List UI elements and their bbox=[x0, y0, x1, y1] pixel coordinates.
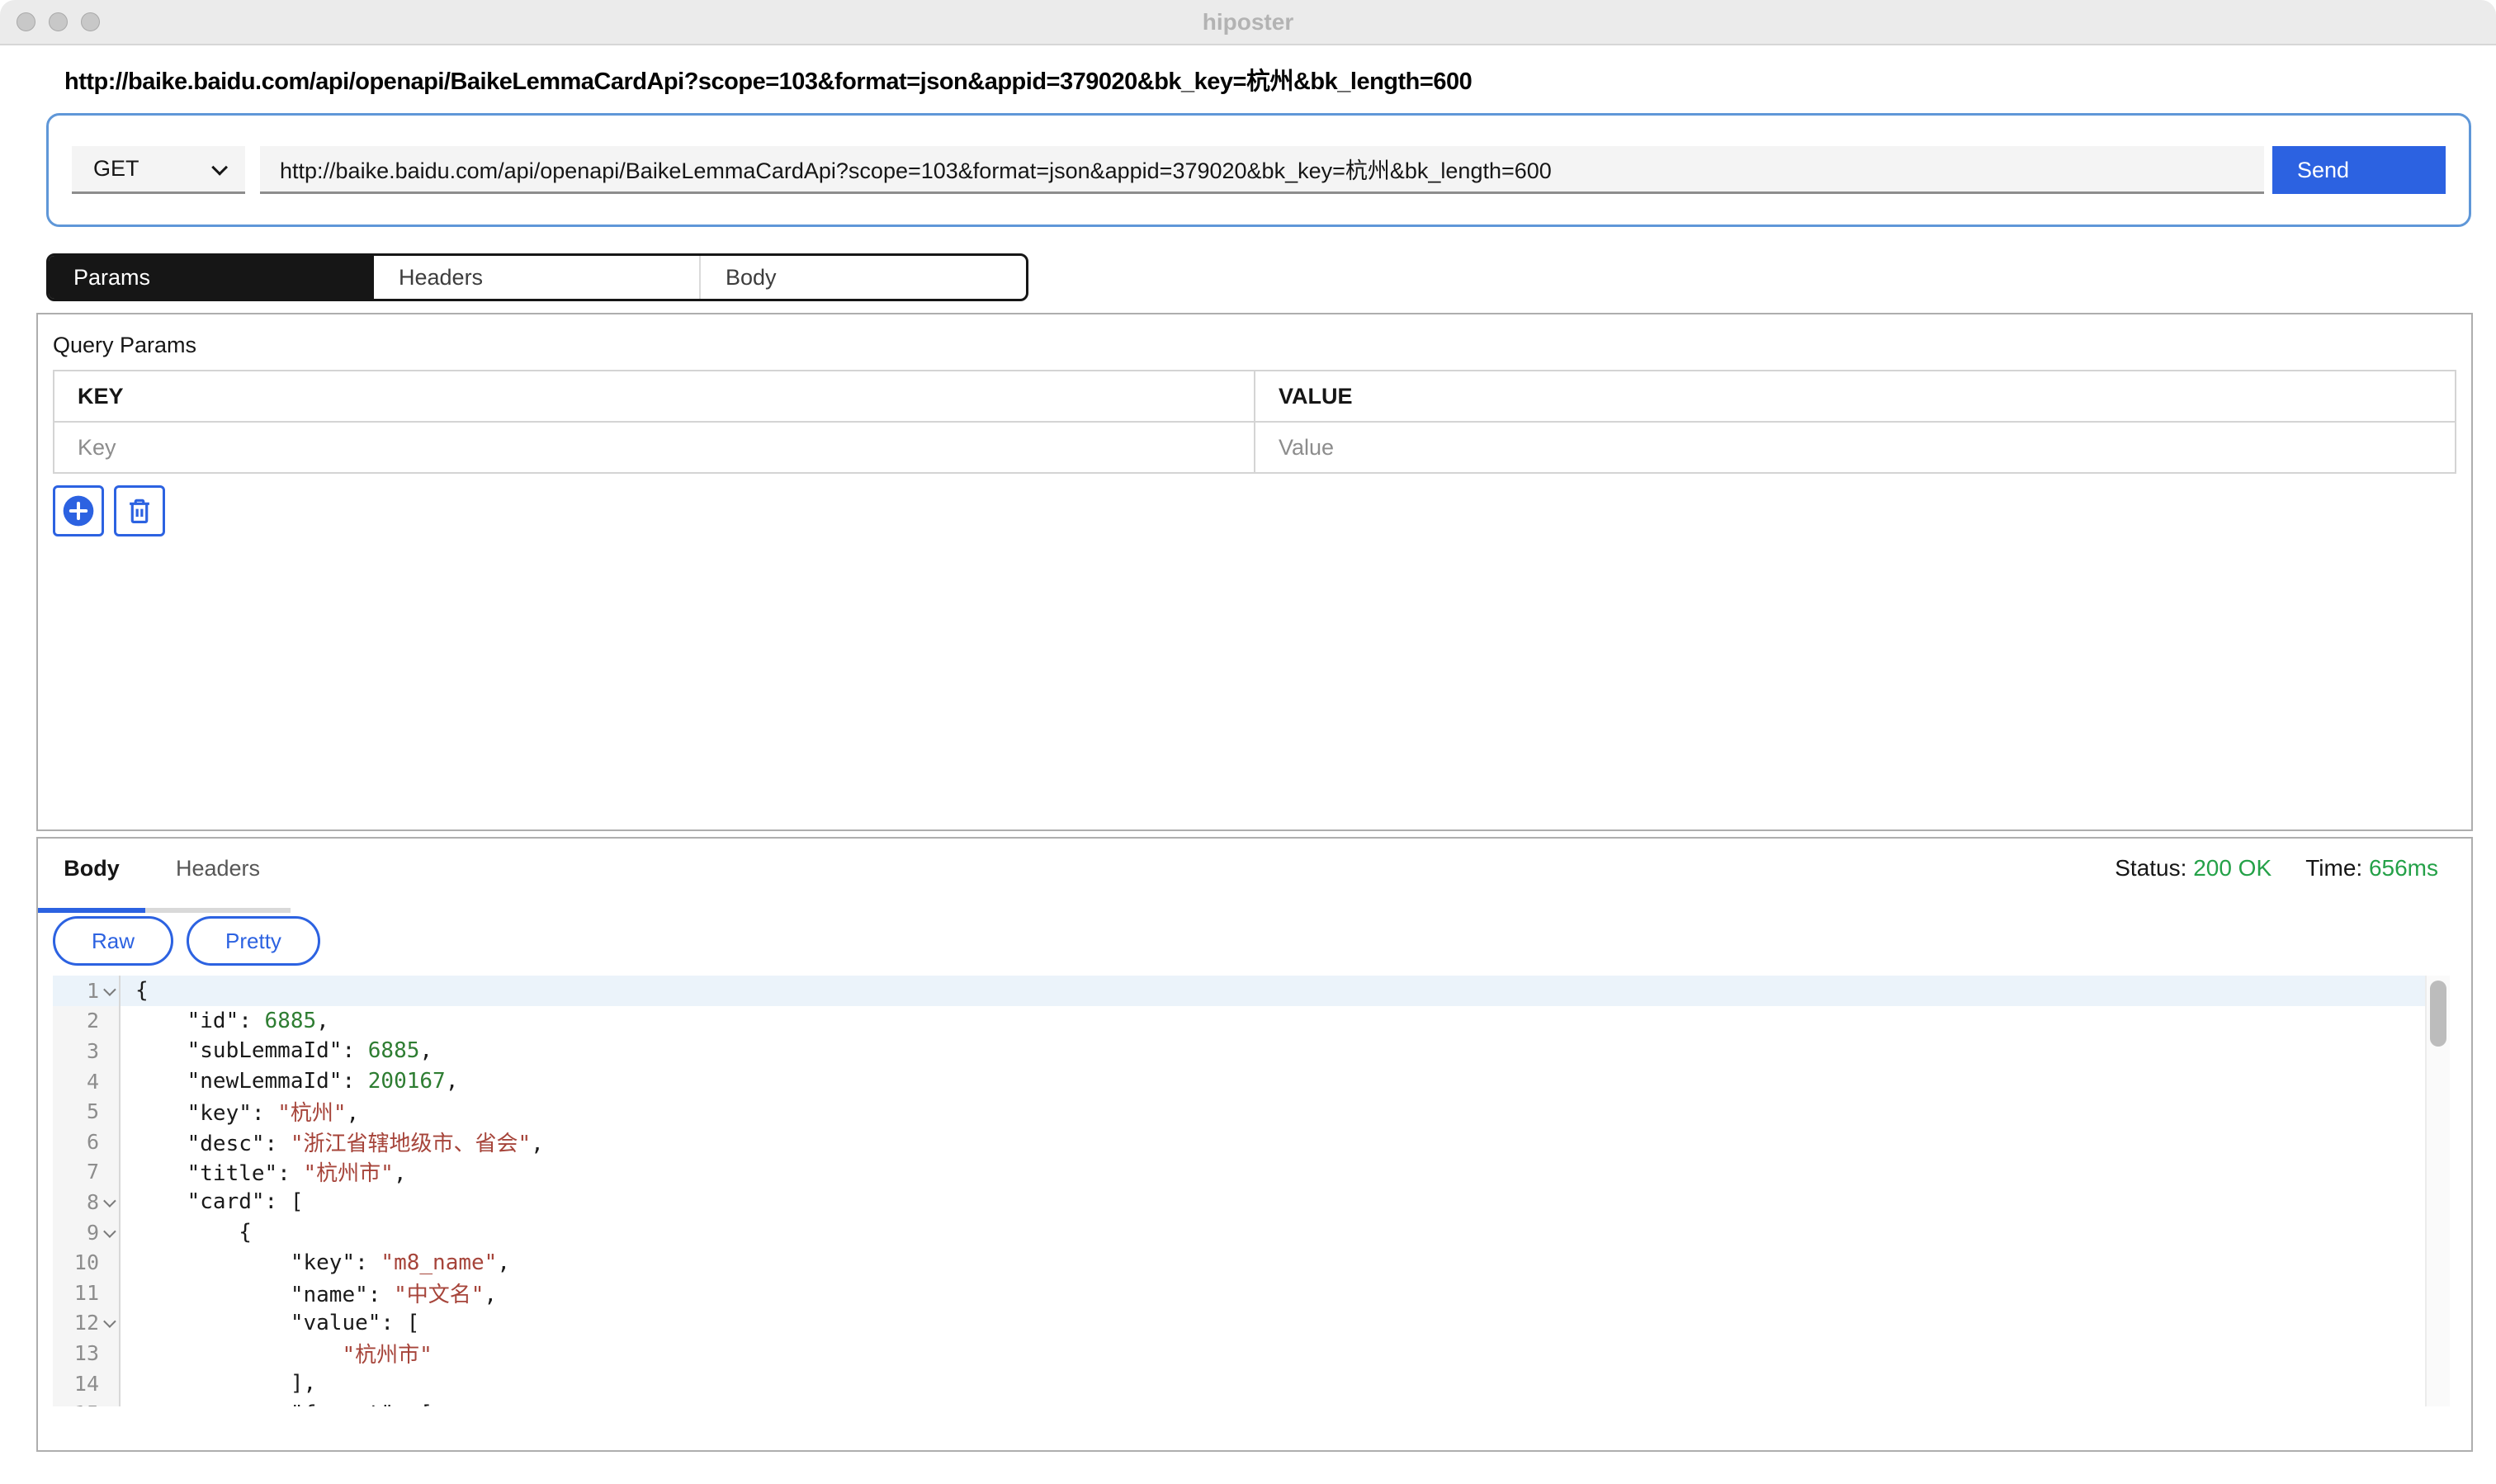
chevron-down-icon bbox=[211, 158, 228, 175]
code-content: "desc": "浙江省辖地级市、省会", bbox=[121, 1127, 544, 1157]
line-number: 4 bbox=[53, 1066, 121, 1097]
response-tab-body-label: Body bbox=[64, 850, 120, 886]
inactive-tab-indicator bbox=[145, 908, 291, 913]
code-content: "title": "杭州市", bbox=[121, 1156, 406, 1187]
params-panel: Query Params KEY VALUE bbox=[36, 313, 2473, 831]
vertical-scrollbar[interactable] bbox=[2425, 976, 2450, 1406]
add-param-button[interactable] bbox=[53, 485, 104, 536]
fold-chevron-icon[interactable] bbox=[99, 986, 117, 995]
query-params-table: KEY VALUE bbox=[53, 370, 2456, 474]
response-tab-headers-label: Headers bbox=[176, 850, 260, 886]
code-content: "杭州市" bbox=[121, 1338, 433, 1368]
plus-circle-icon bbox=[62, 494, 95, 527]
code-line: 13 "杭州市" bbox=[53, 1338, 2425, 1368]
query-params-title: Query Params bbox=[53, 333, 2471, 358]
code-content: "name": "中文名", bbox=[121, 1278, 497, 1308]
fold-chevron-icon[interactable] bbox=[99, 1228, 117, 1237]
time-value: 656ms bbox=[2369, 855, 2438, 881]
param-row-buttons bbox=[53, 485, 2471, 536]
send-button[interactable]: Send bbox=[2272, 146, 2446, 194]
fold-chevron-icon[interactable] bbox=[99, 1198, 117, 1207]
code-content: "newLemmaId": 200167, bbox=[121, 1069, 458, 1094]
response-tabs: Body Headers bbox=[38, 839, 2471, 913]
line-number: 12 bbox=[53, 1308, 121, 1339]
trash-icon bbox=[124, 495, 155, 527]
pretty-button[interactable]: Pretty bbox=[187, 916, 320, 966]
response-tab-body[interactable]: Body bbox=[38, 850, 145, 913]
line-number: 7 bbox=[53, 1157, 121, 1188]
line-number: 13 bbox=[53, 1338, 121, 1368]
code-line: 6 "desc": "浙江省辖地级市、省会", bbox=[53, 1127, 2425, 1157]
table-header-row: KEY VALUE bbox=[54, 371, 2456, 422]
code-content: "subLemmaId": 6885, bbox=[121, 1038, 433, 1063]
code-content: { bbox=[121, 978, 149, 1003]
code-line: 10 "key": "m8_name", bbox=[53, 1247, 2425, 1278]
line-number: 1 bbox=[53, 976, 121, 1006]
line-number: 14 bbox=[53, 1368, 121, 1399]
code-line: 15 "format": [ bbox=[53, 1398, 2425, 1406]
status-value: 200 OK bbox=[2193, 855, 2271, 881]
code-line: 2 "id": 6885, bbox=[53, 1006, 2425, 1037]
line-number: 6 bbox=[53, 1127, 121, 1157]
key-column-header: KEY bbox=[54, 371, 1255, 422]
code-content: "value": [ bbox=[121, 1311, 419, 1335]
response-status-line: Status: 200 OK Time: 656ms bbox=[2115, 855, 2438, 881]
param-key-input[interactable] bbox=[54, 423, 1254, 471]
response-view-buttons: Raw Pretty bbox=[53, 916, 2471, 966]
request-bar: GET Send bbox=[46, 113, 2471, 227]
request-url-heading: http://baike.baidu.com/api/openapi/Baike… bbox=[64, 62, 2463, 97]
code-content: { bbox=[121, 1220, 252, 1245]
code-line: 12 "value": [ bbox=[53, 1308, 2425, 1339]
method-select[interactable]: GET bbox=[72, 146, 245, 194]
fold-chevron-icon[interactable] bbox=[99, 1318, 117, 1327]
tab-headers[interactable]: Headers bbox=[374, 256, 699, 299]
code-content: "format": [ bbox=[121, 1401, 433, 1406]
code-line: 5 "key": "杭州", bbox=[53, 1096, 2425, 1127]
window-title: hiposter bbox=[0, 0, 2496, 44]
param-value-input[interactable] bbox=[1255, 423, 2455, 471]
active-tab-indicator bbox=[38, 908, 145, 913]
code-lines: 1{2 "id": 6885,3 "subLemmaId": 6885,4 "n… bbox=[53, 976, 2425, 1406]
window-titlebar: hiposter bbox=[0, 0, 2496, 45]
delete-param-button[interactable] bbox=[114, 485, 165, 536]
response-panel: Body Headers Status: 200 OK Time: 656ms … bbox=[36, 837, 2473, 1452]
method-select-value: GET bbox=[93, 156, 139, 182]
code-line: 7 "title": "杭州市", bbox=[53, 1157, 2425, 1188]
line-number: 15 bbox=[53, 1398, 121, 1406]
code-content: "key": "m8_name", bbox=[121, 1250, 510, 1275]
code-content: ], bbox=[121, 1371, 316, 1396]
code-line: 4 "newLemmaId": 200167, bbox=[53, 1066, 2425, 1097]
response-body-editor: 1{2 "id": 6885,3 "subLemmaId": 6885,4 "n… bbox=[53, 976, 2450, 1406]
time-label: Time: bbox=[2305, 855, 2362, 881]
line-number: 9 bbox=[53, 1217, 121, 1248]
line-number: 5 bbox=[53, 1096, 121, 1127]
response-tab-headers[interactable]: Headers bbox=[145, 850, 291, 913]
code-line: 9 { bbox=[53, 1217, 2425, 1248]
line-number: 2 bbox=[53, 1006, 121, 1037]
code-line: 1{ bbox=[53, 976, 2425, 1006]
value-column-header: VALUE bbox=[1255, 371, 2456, 422]
line-number: 11 bbox=[53, 1278, 121, 1308]
line-number: 3 bbox=[53, 1036, 121, 1066]
code-line: 11 "name": "中文名", bbox=[53, 1278, 2425, 1308]
code-content: "key": "杭州", bbox=[121, 1096, 359, 1127]
raw-button[interactable]: Raw bbox=[53, 916, 173, 966]
code-line: 14 ], bbox=[53, 1368, 2425, 1399]
status-label: Status: bbox=[2115, 855, 2186, 881]
code-content: "card": [ bbox=[121, 1189, 304, 1214]
tab-params[interactable]: Params bbox=[49, 256, 374, 299]
scrollbar-thumb[interactable] bbox=[2430, 981, 2446, 1047]
code-line: 8 "card": [ bbox=[53, 1187, 2425, 1217]
line-number: 10 bbox=[53, 1247, 121, 1278]
code-line: 3 "subLemmaId": 6885, bbox=[53, 1036, 2425, 1066]
url-input[interactable] bbox=[260, 146, 2264, 194]
tab-body[interactable]: Body bbox=[699, 256, 1026, 299]
code-content: "id": 6885, bbox=[121, 1009, 329, 1033]
table-row bbox=[54, 422, 2456, 473]
request-tabs: Params Headers Body bbox=[46, 253, 1028, 301]
line-number: 8 bbox=[53, 1187, 121, 1217]
